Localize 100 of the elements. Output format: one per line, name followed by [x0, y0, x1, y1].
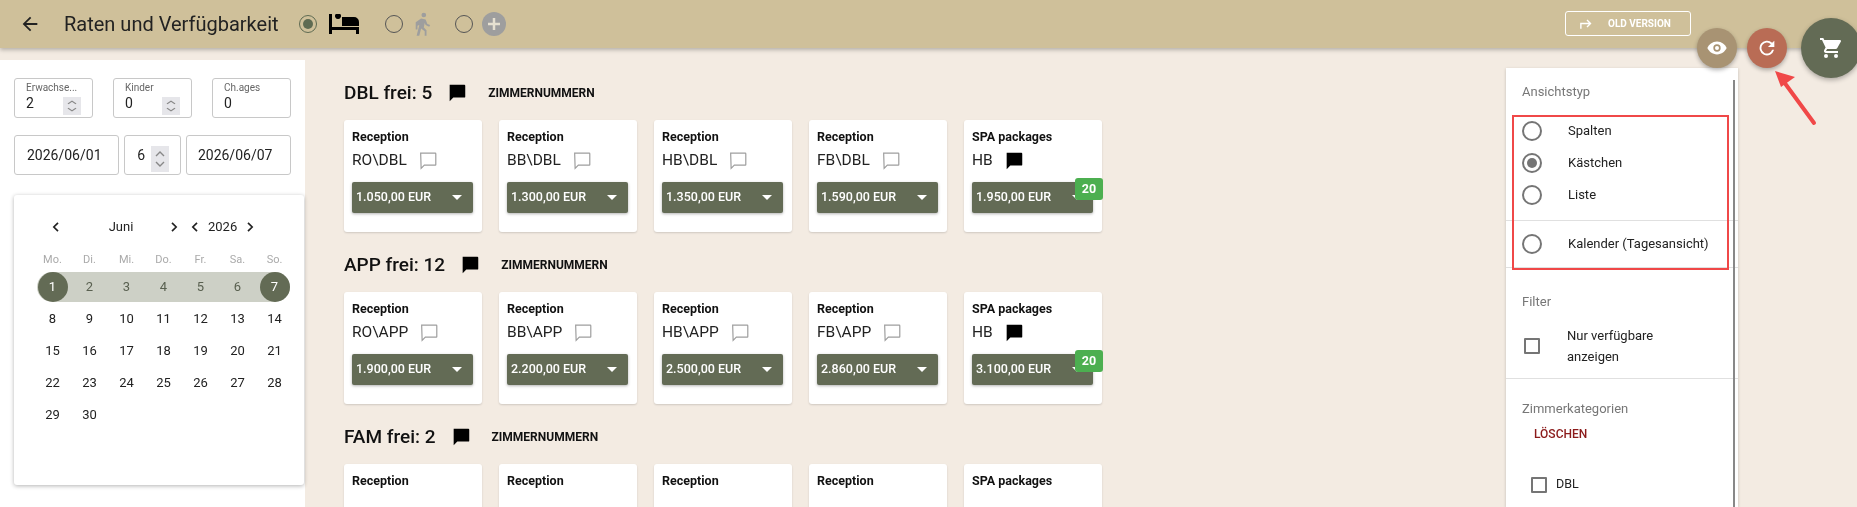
- weekday-label: Do.: [154, 251, 173, 268]
- caret-icon: [917, 195, 927, 200]
- section-heading: APP frei: 12: [344, 251, 446, 278]
- count-badge: 20: [1075, 178, 1103, 200]
- rate-source: Reception: [662, 473, 720, 489]
- room-numbers-link[interactable]: ZIMMERNUMMERN: [491, 428, 599, 446]
- number-field[interactable]: Kinder 0: [113, 78, 192, 118]
- calendar-day[interactable]: 22: [37, 368, 68, 398]
- calendar-day[interactable]: 12: [185, 304, 216, 334]
- weekday-label: Fr.: [193, 251, 208, 268]
- number-field[interactable]: Erwachse... 2: [14, 78, 93, 118]
- preview-button[interactable]: [1697, 28, 1737, 68]
- rate-name: BB\APP: [507, 322, 563, 344]
- calendar-day[interactable]: 4: [148, 272, 179, 302]
- calendar-day[interactable]: 14: [259, 304, 290, 334]
- view-type-radio[interactable]: [1522, 185, 1542, 205]
- calendar-day[interactable]: 29: [37, 400, 68, 430]
- calendar-day[interactable]: 20: [222, 336, 253, 366]
- spinner-icon[interactable]: [150, 146, 169, 172]
- calendar-day[interactable]: 21: [259, 336, 290, 366]
- calendar-day[interactable]: 30: [74, 400, 105, 430]
- section-heading: FAM frei: 2: [344, 423, 436, 450]
- scrollbar[interactable]: [1733, 80, 1735, 507]
- calendar-day[interactable]: 1: [37, 272, 68, 302]
- calendar-day[interactable]: 27: [222, 368, 253, 398]
- calendar-day[interactable]: 11: [148, 304, 179, 334]
- price-dropdown[interactable]: 1.590,00 EUR: [817, 182, 938, 213]
- rate-source: Reception: [662, 301, 720, 317]
- rate-source: Reception: [507, 301, 565, 317]
- section-label: Filter: [1521, 293, 1553, 311]
- previous-icon[interactable]: [191, 222, 198, 232]
- next-icon[interactable]: [247, 222, 255, 232]
- calendar-day[interactable]: 28: [259, 368, 290, 398]
- section-heading: DBL frei: 5: [344, 79, 433, 106]
- price-dropdown[interactable]: 2.500,00 EUR: [662, 354, 783, 385]
- nights-field[interactable]: 6: [124, 135, 181, 175]
- caret-icon: [607, 195, 617, 200]
- checkbox[interactable]: [1531, 476, 1547, 493]
- calendar-day[interactable]: 16: [74, 336, 105, 366]
- caret-icon: [452, 195, 462, 200]
- cart-button[interactable]: [1801, 18, 1857, 78]
- calendar-day[interactable]: 23: [74, 368, 105, 398]
- calendar-day[interactable]: 9: [74, 304, 105, 334]
- calendar-day[interactable]: 17: [111, 336, 142, 366]
- next-icon[interactable]: [171, 222, 178, 232]
- clear-button[interactable]: LÖSCHEN: [1534, 424, 1588, 443]
- calendar-day[interactable]: 3: [111, 272, 142, 302]
- option-label: Nur verfügbare anzeigen: [1567, 327, 1655, 366]
- rate-source: SPA packages: [972, 129, 1054, 145]
- rate-name: HB\APP: [662, 322, 719, 344]
- calendar-day[interactable]: 26: [185, 368, 216, 398]
- rate-name: RO\DBL: [352, 150, 407, 172]
- calendar-day[interactable]: 5: [185, 272, 216, 302]
- weekday-label: Di.: [82, 251, 97, 268]
- price-dropdown[interactable]: 2.200,00 EUR: [507, 354, 628, 385]
- rate-source: SPA packages: [972, 301, 1054, 317]
- cart-icon: [1819, 36, 1843, 60]
- number-field[interactable]: Ch.ages 0: [212, 78, 291, 118]
- weekday-label: So.: [265, 251, 284, 268]
- spinner-icon[interactable]: [63, 97, 81, 115]
- date-field[interactable]: 2026/06/01: [14, 135, 120, 175]
- room-numbers-link[interactable]: ZIMMERNUMMERN: [488, 84, 595, 102]
- calendar-day[interactable]: 8: [37, 304, 68, 334]
- rate-source: Reception: [662, 129, 720, 145]
- rate-source: Reception: [507, 473, 565, 489]
- calendar-day[interactable]: 15: [37, 336, 68, 366]
- calendar-day[interactable]: 10: [111, 304, 142, 334]
- redirect-arrow-icon: [1580, 18, 1594, 29]
- calendar-day[interactable]: 2: [74, 272, 105, 302]
- year-label: 2026: [208, 218, 238, 237]
- weekday-label: Sa.: [228, 251, 247, 268]
- price-dropdown[interactable]: 1.050,00 EUR: [352, 182, 473, 213]
- calendar-day[interactable]: 25: [148, 368, 179, 398]
- rate-name: FB\APP: [817, 322, 872, 344]
- price-dropdown[interactable]: 1.300,00 EUR: [507, 182, 628, 213]
- rate-name: FB\DBL: [817, 150, 870, 172]
- refresh-button[interactable]: [1747, 28, 1787, 68]
- calendar-day[interactable]: 13: [222, 304, 253, 334]
- caret-icon: [762, 367, 772, 372]
- rate-source: Reception: [817, 473, 875, 489]
- section-label: Zimmerkategorien: [1521, 400, 1630, 418]
- spinner-icon[interactable]: [162, 97, 180, 115]
- price-dropdown[interactable]: 1.350,00 EUR: [662, 182, 783, 213]
- view-type-radio[interactable]: [1522, 121, 1542, 141]
- room-numbers-link[interactable]: ZIMMERNUMMERN: [501, 256, 608, 274]
- view-type-radio[interactable]: [1522, 234, 1542, 254]
- calendar-day[interactable]: 24: [111, 368, 142, 398]
- checkbox[interactable]: [1524, 338, 1540, 354]
- calendar-day[interactable]: 19: [185, 336, 216, 366]
- view-type-radio[interactable]: [1522, 153, 1542, 173]
- option-label: Liste: [1568, 186, 1597, 205]
- date-field[interactable]: 2026/06/07: [185, 135, 291, 175]
- caret-icon: [607, 367, 617, 372]
- calendar-day[interactable]: 18: [148, 336, 179, 366]
- bed-icon[interactable]: [328, 14, 359, 34]
- price-dropdown[interactable]: 2.860,00 EUR: [817, 354, 938, 385]
- calendar-day[interactable]: 6: [222, 272, 253, 302]
- price-dropdown[interactable]: 1.900,00 EUR: [352, 354, 473, 385]
- previous-icon[interactable]: [52, 222, 59, 232]
- rate-source: Reception: [817, 301, 875, 317]
